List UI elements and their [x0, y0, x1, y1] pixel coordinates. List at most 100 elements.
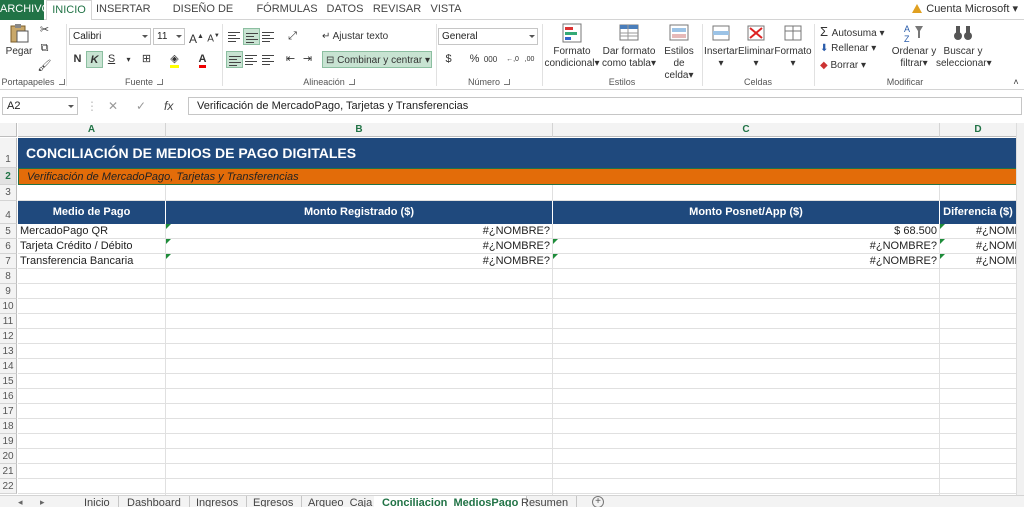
dialog-launcher-icon[interactable]	[58, 79, 65, 85]
cell-medio[interactable]: MercadoPago QR	[18, 224, 166, 239]
row-header[interactable]: 14	[0, 359, 17, 374]
dialog-launcher-icon[interactable]	[504, 79, 510, 85]
align-top-icon[interactable]	[226, 28, 243, 45]
align-right-icon[interactable]	[260, 51, 277, 68]
tab-file[interactable]: ARCHIVO	[0, 0, 50, 20]
italic-button[interactable]: K	[86, 51, 103, 68]
row-header[interactable]: 9	[0, 284, 17, 299]
column-header-d[interactable]: D	[940, 123, 1017, 137]
grow-font-icon[interactable]: A▲	[188, 28, 205, 46]
scroll-right-icon[interactable]: ▸	[40, 496, 45, 507]
cell-posnet[interactable]: #¿NOMBRE?	[553, 254, 940, 269]
format-cells-button[interactable]: Formato ▾	[774, 22, 812, 70]
align-center-icon[interactable]	[243, 51, 260, 68]
tab-page-layout[interactable]: DISEÑO DE PÁGINA	[156, 0, 250, 34]
increase-indent-icon[interactable]: ⇥	[299, 51, 316, 68]
cell-styles-button[interactable]: Estilos de celda▾	[658, 22, 700, 82]
row-header[interactable]: 12	[0, 329, 17, 344]
tab-view[interactable]: VISTA	[428, 0, 464, 20]
row-header[interactable]: 2	[0, 168, 17, 185]
thousands-separator-button[interactable]: 000	[482, 51, 499, 68]
row-header[interactable]: 1	[0, 138, 17, 168]
sheet-tab-inicio[interactable]: Inicio	[76, 496, 119, 507]
empty-cells-area[interactable]	[18, 185, 1017, 201]
row-header[interactable]: 17	[0, 404, 17, 419]
bold-button[interactable]: N	[69, 51, 86, 68]
enter-icon[interactable]: ✓	[136, 97, 146, 115]
select-all-corner[interactable]	[0, 123, 17, 137]
row-header[interactable]: 15	[0, 374, 17, 389]
scroll-left-icon[interactable]: ◂	[18, 496, 23, 507]
cell-medio[interactable]: Tarjeta Crédito / Débito	[18, 239, 166, 254]
conditional-format-button[interactable]: Formato condicional▾	[544, 22, 600, 70]
paste-button[interactable]: Pegar	[4, 22, 34, 58]
sheet-tab-dashboard[interactable]: Dashboard	[119, 496, 190, 507]
tab-formulas[interactable]: FÓRMULAS	[256, 0, 318, 20]
column-header-a[interactable]: A	[18, 123, 166, 137]
cell-medio[interactable]: Transferencia Bancaria	[18, 254, 166, 269]
row-header[interactable]: 7	[0, 254, 17, 269]
header-diferencia[interactable]: Diferencia ($)	[940, 201, 1017, 224]
row-header[interactable]: 21	[0, 464, 17, 479]
clear-button[interactable]: ◆ Borrar ▾	[820, 57, 866, 74]
row-header[interactable]: 10	[0, 299, 17, 314]
wrap-text-button[interactable]: ↵ Ajustar texto	[322, 28, 388, 45]
cell-registrado[interactable]: #¿NOMBRE?	[166, 224, 553, 239]
row-header[interactable]: 20	[0, 449, 17, 464]
row-header[interactable]: 5	[0, 224, 17, 239]
column-header-c[interactable]: C	[553, 123, 940, 137]
sort-filter-button[interactable]: AZ Ordenar y filtrar▾	[890, 22, 938, 70]
insert-function-icon[interactable]: fx	[164, 97, 173, 115]
formula-input[interactable]: Verificación de MercadoPago, Tarjetas y …	[188, 97, 1022, 115]
sheet-tab-arqueo-caja[interactable]: Arqueo_Caja	[300, 496, 382, 507]
align-middle-icon[interactable]	[243, 28, 260, 45]
sheet-tab-ingresos[interactable]: Ingresos	[188, 496, 248, 507]
merge-center-button[interactable]: ⊟ Combinar y centrar ▾	[322, 51, 432, 68]
sheet-tab-conciliacion[interactable]: Conciliacion_MediosPago	[374, 496, 528, 507]
row-header[interactable]: 22	[0, 479, 17, 494]
cell-posnet[interactable]: #¿NOMBRE?	[553, 239, 940, 254]
sheet-tab-egresos[interactable]: Egresos	[245, 496, 303, 507]
collapse-ribbon-icon[interactable]: ˄	[1010, 76, 1022, 88]
underline-button[interactable]: S	[103, 51, 120, 68]
row-header[interactable]: 11	[0, 314, 17, 329]
cut-icon[interactable]: ✂	[36, 22, 53, 39]
row-header[interactable]: 3	[0, 185, 17, 201]
shrink-font-icon[interactable]: A▼	[205, 28, 222, 45]
format-as-table-button[interactable]: Dar formato como tabla▾	[602, 22, 656, 70]
orientation-icon[interactable]: ⤢	[284, 28, 301, 45]
header-monto-registrado[interactable]: Monto Registrado ($)	[166, 201, 553, 224]
cell-diferencia[interactable]: #¿NOMBRE?	[940, 239, 1017, 254]
column-header-b[interactable]: B	[166, 123, 553, 137]
decrease-indent-icon[interactable]: ⇤	[282, 51, 299, 68]
copy-icon[interactable]: ⧉	[36, 40, 53, 57]
tab-home[interactable]: INICIO	[46, 0, 92, 21]
name-box[interactable]: A2	[2, 97, 78, 115]
align-left-icon[interactable]	[226, 51, 243, 68]
row-header[interactable]: 19	[0, 434, 17, 449]
row-header[interactable]: 16	[0, 389, 17, 404]
find-select-button[interactable]: Buscar y seleccionar▾	[936, 22, 992, 70]
format-painter-icon[interactable]: 🖌	[36, 58, 53, 75]
percent-button[interactable]: %	[466, 51, 483, 68]
account-menu[interactable]: Cuenta Microsoft ▾	[912, 0, 1018, 20]
cancel-icon[interactable]: ✕	[108, 97, 118, 115]
increase-decimals-button[interactable]: ←,0	[504, 51, 521, 68]
fill-color-icon[interactable]: ◈	[166, 51, 183, 68]
tab-insert[interactable]: INSERTAR	[96, 0, 151, 20]
tab-data[interactable]: DATOS	[324, 0, 366, 20]
header-medio-de-pago[interactable]: Medio de Pago	[18, 201, 166, 224]
row-header[interactable]: 18	[0, 419, 17, 434]
cell-diferencia[interactable]: #¿NOMBRE?	[940, 224, 1017, 239]
sheet-tab-resumen[interactable]: Resumen	[513, 496, 578, 507]
insert-cells-button[interactable]: Insertar ▾	[704, 22, 738, 70]
align-bottom-icon[interactable]	[260, 28, 277, 45]
cell-registrado[interactable]: #¿NOMBRE?	[166, 254, 553, 269]
row-header[interactable]: 13	[0, 344, 17, 359]
delete-cells-button[interactable]: Eliminar ▾	[738, 22, 774, 70]
borders-icon[interactable]: ⊞	[138, 51, 155, 68]
sheet-title[interactable]: CONCILIACIÓN DE MEDIOS DE PAGO DIGITALES	[18, 138, 1017, 168]
font-name-select[interactable]: Calibri	[69, 28, 151, 45]
row-header[interactable]: 6	[0, 239, 17, 254]
cell-posnet[interactable]: $ 68.500	[553, 224, 940, 239]
